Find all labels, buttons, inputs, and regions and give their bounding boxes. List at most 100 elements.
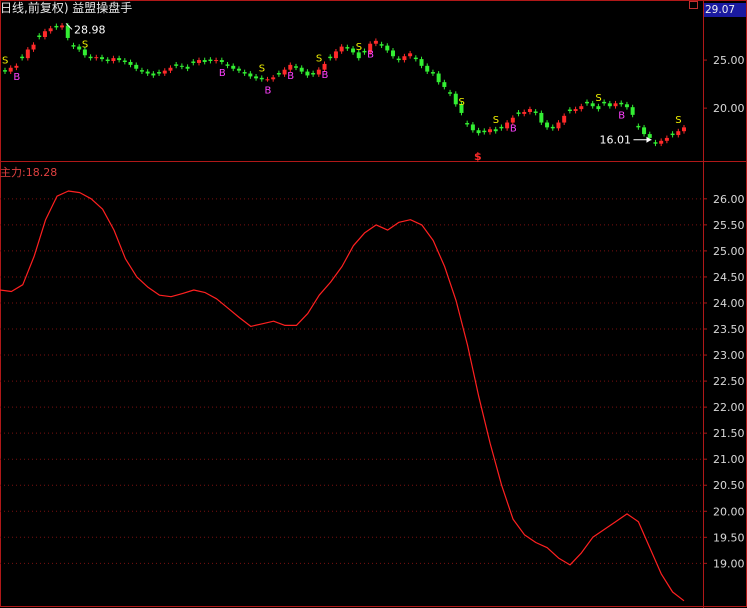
candle-body: [248, 73, 253, 77]
candle-body: [488, 129, 492, 133]
sell-signal: S: [2, 56, 8, 67]
candle-body: [82, 49, 87, 56]
candle-body: [299, 67, 304, 72]
buy-signal: B: [264, 85, 271, 96]
high-price-label: 28.98: [74, 23, 106, 36]
candle-body: [602, 101, 607, 104]
candle-body: [65, 25, 70, 38]
chart-frame: [0, 0, 747, 608]
candle-body: [682, 127, 686, 132]
candle-body: [265, 79, 270, 81]
indicator-grid: [0, 198, 703, 564]
candle-body: [425, 65, 430, 72]
candle-body: [613, 103, 618, 107]
candle-body: [510, 117, 515, 123]
candle-body: [573, 109, 578, 112]
indicator-tick-label: 19.50: [713, 531, 745, 544]
indicator-tick-label: 20.50: [713, 479, 745, 492]
candle-body: [276, 73, 281, 75]
last-price-badge: 29.07: [704, 3, 746, 17]
candle-body: [271, 77, 276, 80]
candle-body: [288, 64, 293, 70]
candle-body: [345, 47, 350, 49]
candle-body: [105, 59, 110, 62]
candle-body: [231, 65, 236, 69]
candle-body: [225, 64, 230, 66]
indicator-tick-label: 22.50: [713, 375, 745, 388]
candle-body: [25, 49, 30, 59]
candle-body: [94, 57, 99, 59]
candle-body: [162, 70, 167, 74]
candle-body: [185, 66, 190, 69]
chart-title: 日线,前复权) 益盟操盘手: [0, 1, 133, 15]
candle-body: [214, 60, 219, 62]
candle-body: [408, 53, 413, 57]
candle-body: [585, 101, 589, 104]
window-restore-icon[interactable]: [689, 1, 698, 9]
candle-body: [562, 115, 567, 123]
candle-body: [259, 77, 264, 80]
sell-signal: S: [458, 97, 464, 108]
candle-body: [208, 59, 213, 62]
candle-body: [3, 70, 7, 72]
candle-body: [482, 130, 487, 133]
candle-body: [48, 28, 53, 32]
candle-body: [505, 122, 510, 129]
indicator-tick-label: 26.00: [713, 193, 745, 206]
candle-body: [442, 82, 447, 87]
candle-body: [14, 65, 19, 68]
buy-signal: B: [367, 50, 374, 61]
candle-body: [550, 126, 555, 129]
sell-signal: S: [82, 39, 88, 50]
candle-body: [219, 60, 224, 62]
candle-body: [636, 125, 641, 128]
candle-body: [179, 65, 184, 67]
candle-body: [322, 63, 327, 70]
candle-body: [54, 25, 59, 28]
candle-body: [533, 111, 538, 113]
indicator-line: [0, 190, 685, 602]
candle-body: [157, 72, 162, 74]
sell-signal: S: [356, 42, 362, 53]
indicator-label: 主力:18.28: [0, 166, 58, 179]
indicator-tick-label: 19.00: [713, 557, 745, 570]
chart-stage: 25.00 20.00 26.00 25.50 25.00 24.50 24.00 23.5…: [0, 0, 747, 608]
buy-signal: B: [322, 70, 329, 81]
candle-body: [128, 61, 133, 65]
indicator-tick-label: 23.50: [713, 323, 745, 336]
candle-body: [453, 93, 458, 105]
candle-body: [642, 127, 647, 135]
sell-signal: S: [493, 115, 499, 126]
candle-body: [145, 71, 150, 74]
sell-signal: S: [316, 54, 322, 65]
candle-body: [236, 68, 241, 71]
candle-body: [419, 59, 424, 66]
indicator-tick-label: 22.00: [713, 401, 745, 414]
candle-body: [305, 71, 310, 76]
candle-body: [607, 103, 612, 107]
candle-body: [596, 106, 601, 110]
indicator-tick-label: 21.00: [713, 453, 745, 466]
candle-body: [197, 60, 201, 63]
candle-body: [527, 109, 532, 112]
candle-body: [351, 48, 356, 53]
candle-body: [328, 56, 333, 59]
candle-body: [493, 129, 498, 132]
price-axis-ticks: 25.00 20.00: [703, 54, 745, 115]
indicator-tick-label: 20.00: [713, 505, 745, 518]
candle-body: [168, 67, 173, 71]
candle-body: [282, 69, 287, 75]
candle-body: [539, 112, 544, 123]
candle-body: [333, 51, 338, 59]
candle-body: [619, 102, 624, 105]
sell-signal: S: [595, 93, 601, 104]
candle-body: [254, 76, 259, 79]
candle-body: [436, 73, 441, 83]
candle-body: [476, 130, 481, 134]
buy-signal: B: [13, 72, 20, 83]
candle-body: [71, 45, 76, 47]
outer-border: [0, 0, 747, 607]
candle-body: [77, 46, 82, 50]
indicator-series: [0, 190, 685, 602]
sell-signal: S: [675, 115, 681, 126]
